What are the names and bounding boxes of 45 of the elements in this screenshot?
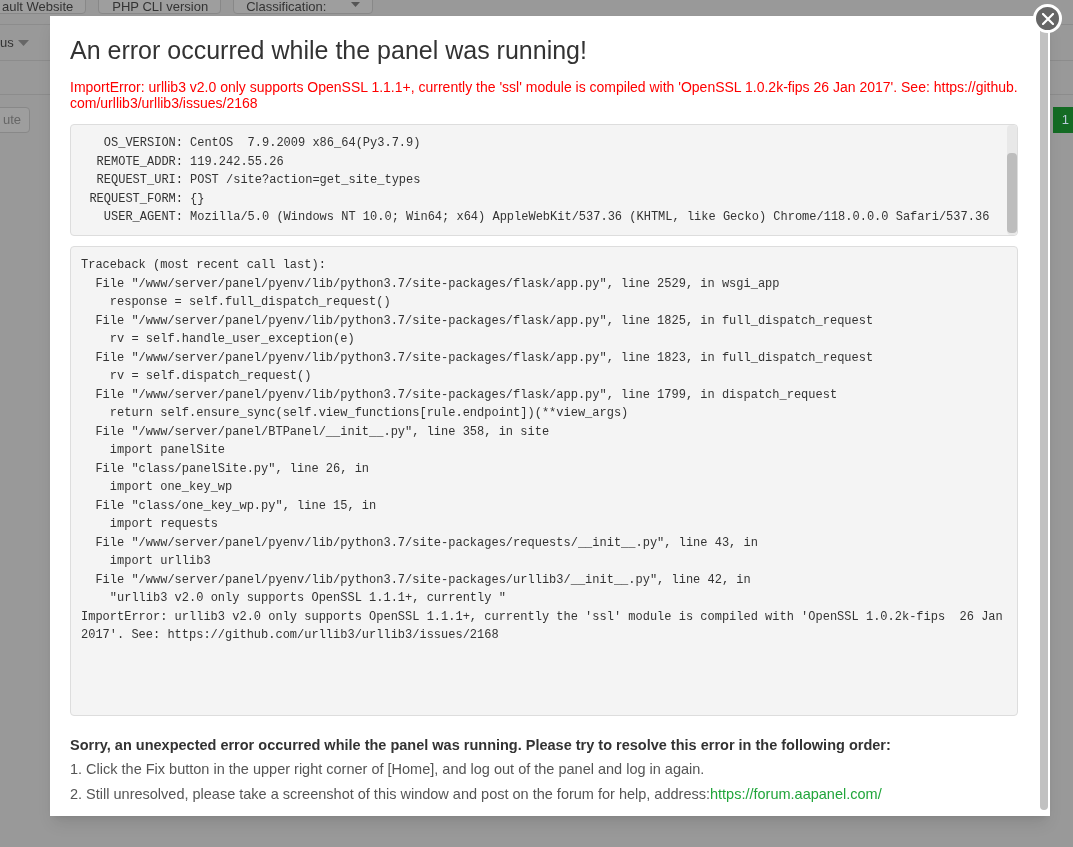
close-icon [1041, 12, 1054, 25]
traceback-line: File "class/panelSite.py", line 26, in [94, 460, 371, 478]
environment-key: REQUEST_URI: [81, 171, 183, 190]
menu-dropdown[interactable]: us [0, 32, 29, 53]
traceback-line: Traceback (most recent call last): [81, 257, 327, 274]
dialog-title: An error occurred while the panel was running! [70, 35, 588, 66]
environment-key: USER_AGENT: [81, 208, 183, 227]
traceback-line: import requests [108, 516, 219, 533]
environment-key: REMOTE_ADDR: [81, 152, 183, 171]
classification-select[interactable]: Classification: [233, 0, 374, 14]
error-message: ImportError: urllib3 v2.0 only supports OpenSSL 1.1.1+, currently the 'ssl' module is compiled with 'OpenSSL 1.0.2k-fips 26 Jan 2017'. See: https://github.com/urllib3/urllib3/issues/2168 [70, 79, 1018, 111]
traceback-line: ImportError: urllib3 v2.0 only supports OpenSSL 1.1.1+, currently the 'ssl' module is compiled with 'OpenSSL 1.0.2k-fips 26 Jan 2017'. See: https://github.com/urllib3/urllib3/issues/2168 [81, 608, 1003, 644]
traceback-line: import urllib3 [108, 553, 212, 570]
help-step: 1. Click the Fix button in the upper right corner of [Home], and log out of the panel and log in again. [70, 757, 1018, 781]
traceback-line: File "/www/server/panel/pyenv/lib/python3.7/site-packages/requests/__init__.py", line 43, in [94, 534, 759, 552]
environment-value: CentOS 7.9.2009 x86_64(Py3.7.9) [190, 135, 421, 152]
environment-value: POST /site?action=get_site_types [190, 172, 421, 189]
traceback-line: response = self.full_dispatch_request() [108, 294, 392, 311]
traceback-line: File "/www/server/panel/pyenv/lib/python3.7/site-packages/urllib3/__init__.py", line 42, in [94, 571, 752, 589]
traceback-line: File "/www/server/panel/pyenv/lib/python3.7/site-packages/flask/app.py", line 1823, in full_dispatch_request [94, 349, 875, 367]
traceback-line: rv = self.dispatch_request() [108, 368, 313, 385]
traceback-line: return self.ensure_sync(self.view_functions[rule.endpoint])(**view_args) [108, 405, 630, 422]
forum-link[interactable]: https://forum.aapanel.com/ [710, 786, 882, 802]
traceback-line: import one_key_wp [108, 479, 234, 496]
environment-value: 119.242.55.26 [190, 153, 284, 171]
traceback-line: "urllib3 v2.0 only supports OpenSSL 1.1.1+, currently " [108, 590, 507, 607]
help-heading: Sorry, an unexpected error occurred while the panel was running. Please try to resolve this error in the following order: [70, 736, 892, 755]
close-button[interactable] [1033, 4, 1062, 33]
page-button[interactable]: ault Website [0, 0, 87, 14]
caret-icon [351, 2, 361, 7]
help-step: 2. Still unresolved, please take a screenshot of this window and post on the forum for help, address:https://forum.aapanel.com/ [70, 782, 1018, 806]
traceback-line: rv = self.handle_user_exception(e) [108, 331, 356, 348]
environment-key: REQUEST_FORM: [81, 189, 183, 208]
traceback-line: File "class/one_key_wp.py", line 15, in [94, 497, 378, 515]
traceback-line: File "/www/server/panel/pyenv/lib/python3.7/site-packages/flask/app.py", line 1799, in dispatch_request [94, 386, 839, 404]
traceback-line: import panelSite [108, 442, 227, 459]
environment-value: Mozilla/5.0 (Windows NT 10.0; Win64; x64) AppleWebKit/537.36 (KHTML, like Gecko) Chrome/118.0.0.0 Safari/537.36 [190, 209, 990, 226]
caret-icon [17, 39, 29, 46]
traceback-line: File "/www/server/panel/pyenv/lib/python3.7/site-packages/flask/app.py", line 1825, in full_dispatch_request [94, 312, 875, 330]
traceback-line: File "/www/server/panel/pyenv/lib/python3.7/site-packages/flask/app.py", line 2529, in wsgi_app [94, 275, 781, 293]
environment-value: {} [190, 190, 205, 208]
environment-key: OS_VERSION: [81, 134, 183, 153]
page-button[interactable]: PHP CLI version [98, 0, 222, 14]
traceback-line: File "/www/server/panel/BTPanel/__init__.py", line 358, in site [94, 423, 551, 441]
page-badge: 1 [1053, 107, 1073, 133]
